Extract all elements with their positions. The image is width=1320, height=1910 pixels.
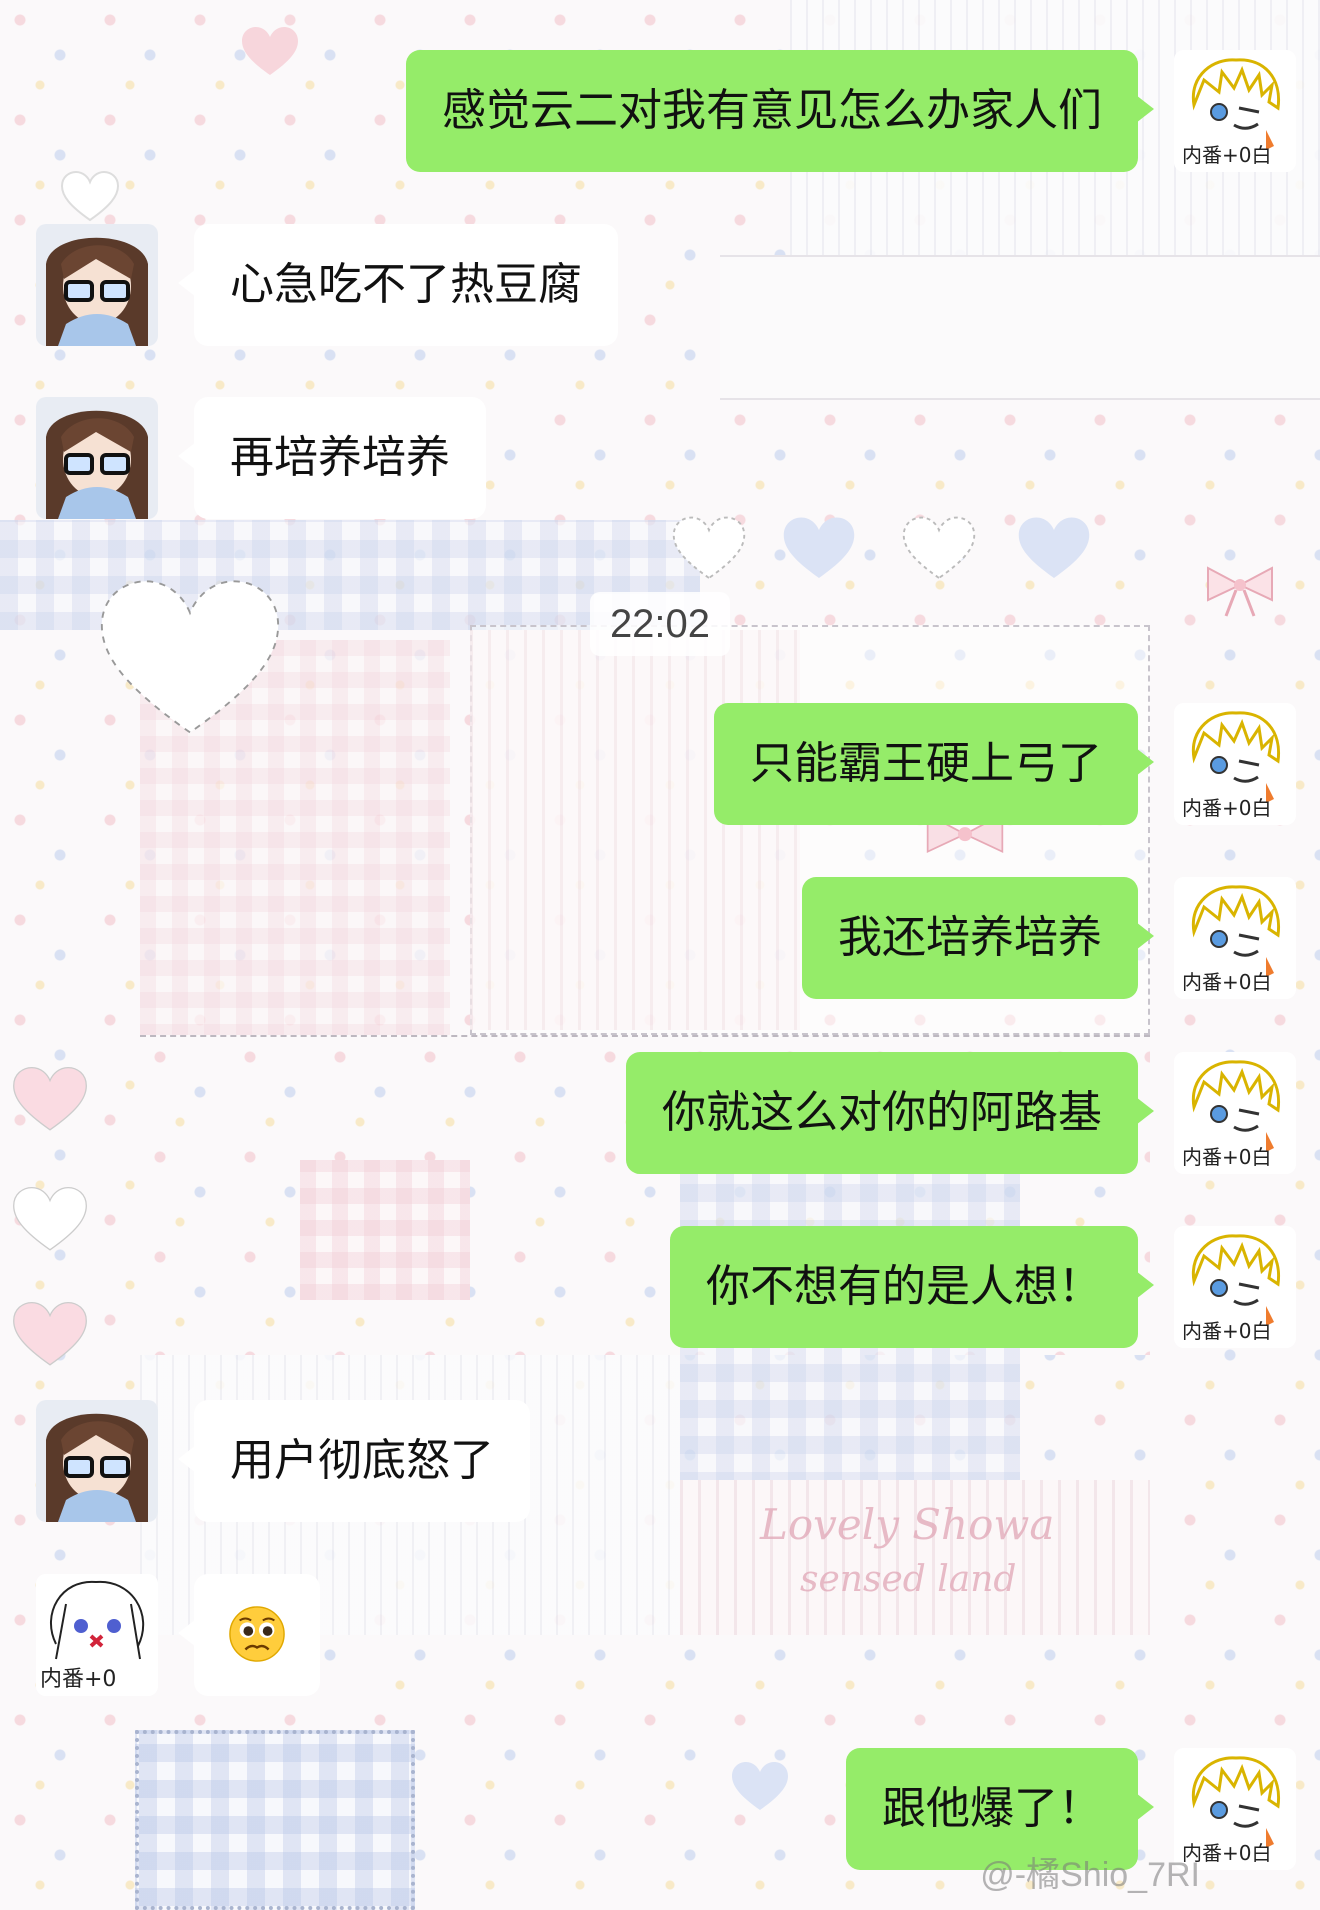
wallpaper-text-lovely: Lovely Showa (760, 1500, 1055, 1549)
avatar-label: 内番+0白 (1182, 970, 1271, 994)
message-bubble[interactable]: 只能霸王硬上弓了 (714, 703, 1154, 825)
bow-icon (1200, 560, 1280, 620)
self-avatar[interactable]: 内番+0白 (1174, 877, 1296, 999)
heart-icon (1015, 515, 1093, 583)
heart-icon (900, 515, 978, 583)
avatar-label: 内番+0白 (1182, 1319, 1271, 1343)
contact-avatar[interactable] (36, 397, 158, 519)
wallpaper-lace-stripes (470, 630, 800, 1030)
message-row-outgoing: 只能霸王硬上弓了 内番+0白 (714, 703, 1296, 825)
message-row-outgoing: 你就这么对你的阿路基 内番+0白 (626, 1052, 1296, 1174)
watermark: @-橘Shio_7RI (980, 1856, 1200, 1894)
pleading-face-icon (229, 1606, 285, 1662)
avatar-label: 内番+0白 (1182, 1145, 1271, 1169)
self-avatar[interactable]: 内番+0白 (1174, 1226, 1296, 1348)
self-avatar[interactable]: 内番+0白 (1174, 1052, 1296, 1174)
heart-icon (60, 170, 120, 224)
heart-icon (10, 1300, 90, 1370)
message-row-incoming: 心急吃不了热豆腐 (36, 224, 618, 346)
contact-avatar[interactable] (36, 224, 158, 346)
message-row-incoming: 内番+0 (36, 1574, 320, 1696)
message-bubble[interactable]: 你就这么对你的阿路基 (626, 1052, 1154, 1174)
heart-icon (670, 515, 748, 583)
message-row-outgoing: 我还培养培养 内番+0白 (802, 877, 1296, 999)
wallpaper-lovely-panel: Lovely Showa sensed land (680, 1480, 1150, 1635)
avatar-label: 内番+0白 (1182, 796, 1271, 820)
wallpaper-text-sensed: sensed land (800, 1559, 1017, 1600)
wallpaper-plaid-frame (135, 1730, 415, 1910)
message-bubble[interactable]: 我还培养培养 (802, 877, 1154, 999)
heart-icon (10, 1065, 90, 1135)
self-avatar[interactable]: 内番+0白 (1174, 703, 1296, 825)
message-bubble[interactable]: 再培养培养 (178, 397, 486, 519)
message-row-outgoing: 你不想有的是人想！ 内番+0白 (670, 1226, 1296, 1348)
contact-avatar-alt[interactable]: 内番+0 (36, 1574, 158, 1696)
self-avatar[interactable]: 内番+0白 (1174, 50, 1296, 172)
heart-icon (90, 575, 290, 745)
wallpaper-envelope (300, 1160, 470, 1300)
avatar-label: 内番+0 (40, 1667, 116, 1692)
message-bubble[interactable]: 用户彻底怒了 (178, 1400, 530, 1522)
contact-avatar[interactable] (36, 1400, 158, 1522)
wallpaper-band (720, 255, 1320, 400)
message-row-outgoing: 感觉云二对我有意见怎么办家人们 内番+0白 (406, 50, 1296, 172)
message-bubble-emoji[interactable] (178, 1574, 320, 1696)
message-row-incoming: 用户彻底怒了 (36, 1400, 530, 1522)
chat-timestamp: 22:02 (590, 592, 730, 656)
message-bubble[interactable]: 你不想有的是人想！ (670, 1226, 1154, 1348)
heart-icon (780, 515, 858, 583)
heart-icon (240, 25, 300, 79)
message-bubble[interactable]: 感觉云二对我有意见怎么办家人们 (406, 50, 1154, 172)
message-row-incoming: 再培养培养 (36, 397, 486, 519)
heart-icon (730, 1760, 790, 1814)
avatar-label: 内番+0白 (1182, 143, 1271, 167)
heart-icon (10, 1185, 90, 1255)
message-bubble[interactable]: 心急吃不了热豆腐 (178, 224, 618, 346)
